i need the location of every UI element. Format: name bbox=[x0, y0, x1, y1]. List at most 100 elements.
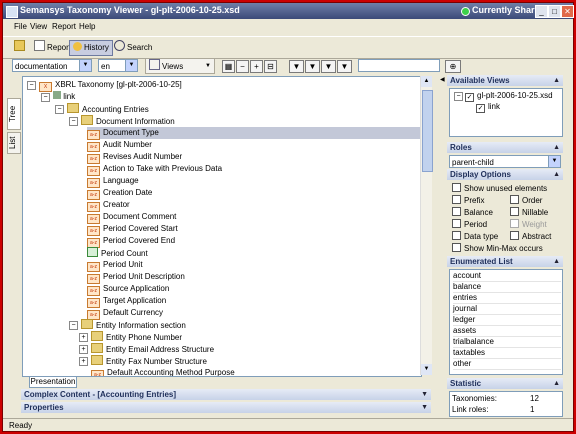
list-item[interactable]: assets bbox=[453, 326, 561, 337]
tab-presentation[interactable]: Presentation bbox=[29, 377, 77, 388]
search-button[interactable]: Search bbox=[111, 40, 155, 54]
filter-3-button[interactable]: ▼ bbox=[321, 60, 336, 73]
tree-item[interactable]: a-z Period Unit Description bbox=[87, 271, 185, 284]
tree-item[interactable]: a-z Period Covered End bbox=[87, 235, 175, 248]
list-item[interactable]: trialbalance bbox=[453, 337, 561, 348]
tree-item[interactable]: a-z Audit Number bbox=[87, 139, 152, 152]
show-minmax-checkbox[interactable]: Show Min-Max occurs bbox=[452, 243, 543, 253]
find-button[interactable]: ⊕ bbox=[445, 60, 461, 73]
language-select[interactable]: en ▼ bbox=[98, 59, 138, 72]
open-button[interactable] bbox=[11, 40, 30, 54]
tree-item[interactable]: + Entity Fax Number Structure bbox=[79, 355, 207, 367]
tree-item[interactable]: Period Count bbox=[87, 247, 148, 259]
expand-icon[interactable]: + bbox=[79, 333, 88, 342]
checkbox-checked-icon[interactable]: ✓ bbox=[465, 93, 474, 102]
collapse-icon[interactable]: − bbox=[454, 92, 463, 101]
collapse-icon[interactable]: − bbox=[27, 81, 36, 90]
tab-tree[interactable]: Tree bbox=[7, 98, 21, 130]
statistic-header[interactable]: Statistic ▲ bbox=[447, 378, 563, 389]
label-type-select[interactable]: documentation ▼ bbox=[12, 59, 92, 72]
tree-item[interactable]: a-z Period Unit bbox=[87, 259, 143, 272]
order-checkbox[interactable]: Order bbox=[510, 195, 542, 205]
list-item[interactable]: balance bbox=[453, 282, 561, 293]
available-views-header[interactable]: Available Views ▲ bbox=[447, 75, 563, 86]
tree-item[interactable]: a-z Target Application bbox=[87, 295, 166, 308]
close-button[interactable]: ✕ bbox=[561, 5, 574, 18]
list-item[interactable]: other bbox=[453, 359, 561, 370]
filter-2-button[interactable]: ▼ bbox=[305, 60, 320, 73]
main-toolbar: Report History Search bbox=[3, 36, 573, 59]
list-item[interactable]: entries bbox=[453, 293, 561, 304]
abstract-checkbox[interactable]: Abstract bbox=[510, 231, 551, 241]
maximize-button[interactable]: □ bbox=[548, 5, 561, 18]
properties-header[interactable]: Properties ▼ bbox=[21, 402, 431, 413]
nillable-checkbox[interactable]: Nillable bbox=[510, 207, 548, 217]
collapse-icon[interactable]: − bbox=[55, 105, 64, 114]
collapse-icon[interactable]: − bbox=[41, 93, 50, 102]
filter-4-button[interactable]: ▼ bbox=[337, 60, 352, 73]
checkbox-checked-icon[interactable]: ✓ bbox=[476, 104, 485, 113]
view-grid-button[interactable]: ▦ bbox=[222, 60, 235, 73]
tree-item[interactable]: a-z Creation Date bbox=[87, 187, 152, 200]
collapse-icon[interactable]: − bbox=[69, 117, 78, 126]
complex-content-header[interactable]: Complex Content - [Accounting Entries] ▼ bbox=[21, 389, 431, 400]
view-link-item[interactable]: ✓ link bbox=[476, 102, 500, 113]
menu-view[interactable]: View bbox=[30, 22, 47, 31]
tree-item[interactable]: a-z Default Currency bbox=[87, 307, 163, 320]
expand-icon[interactable]: + bbox=[79, 357, 88, 366]
list-item[interactable]: taxtables bbox=[453, 348, 561, 359]
data-type-checkbox[interactable]: Data type bbox=[452, 231, 498, 241]
list-item[interactable]: journal bbox=[453, 304, 561, 315]
filter-1-button[interactable]: ▼ bbox=[289, 60, 304, 73]
display-options-header[interactable]: Display Options ▲ bbox=[447, 169, 563, 180]
list-item[interactable]: ledger bbox=[453, 315, 561, 326]
tree-item[interactable]: a-z Period Covered Start bbox=[87, 223, 178, 236]
tree-scrollbar[interactable]: ▲ ▼ bbox=[420, 76, 433, 375]
scroll-down-icon[interactable]: ▼ bbox=[421, 364, 432, 375]
tab-list[interactable]: List bbox=[7, 132, 21, 154]
scroll-up-icon[interactable]: ▲ bbox=[421, 76, 432, 87]
expand-all-button[interactable]: + bbox=[250, 60, 263, 73]
tree-item[interactable]: a-z Action to Take with Previous Data bbox=[87, 163, 222, 176]
tree-search-input[interactable] bbox=[358, 59, 440, 72]
tree-item[interactable]: a-z Document Comment bbox=[87, 211, 176, 224]
tree-item[interactable]: a-z Language bbox=[87, 175, 139, 188]
menu-report[interactable]: Report bbox=[52, 22, 76, 31]
report-button[interactable]: Report bbox=[31, 40, 74, 54]
chevron-down-icon: ▼ bbox=[125, 60, 137, 71]
tree-entity-information[interactable]: − Entity Information section bbox=[69, 319, 186, 331]
balance-checkbox[interactable]: Balance bbox=[452, 207, 493, 217]
collapse-left-icon[interactable]: ◀ bbox=[440, 76, 445, 83]
tree-item[interactable]: a-z Creator bbox=[87, 199, 130, 212]
tree-link[interactable]: − link bbox=[41, 91, 75, 103]
enumerated-list-header[interactable]: Enumerated List ▲ bbox=[447, 256, 563, 267]
expand-node-button[interactable]: ⊟ bbox=[264, 60, 277, 73]
show-unused-checkbox[interactable]: Show unused elements bbox=[452, 183, 547, 193]
tree-item[interactable]: a-z Source Application bbox=[87, 283, 169, 296]
scroll-thumb[interactable] bbox=[422, 90, 433, 172]
chevron-down-icon: ▼ bbox=[205, 63, 211, 69]
expand-icon[interactable]: + bbox=[79, 345, 88, 354]
collapse-all-button[interactable]: − bbox=[236, 60, 249, 73]
tree-item[interactable]: + Entity Email Address Structure bbox=[79, 343, 214, 355]
panel-splitter[interactable]: ◀ bbox=[440, 76, 445, 416]
history-button[interactable]: History bbox=[69, 40, 113, 56]
minimize-button[interactable]: _ bbox=[535, 5, 548, 18]
tree-item[interactable]: a-z Document Type bbox=[87, 127, 421, 140]
menu-help[interactable]: Help bbox=[79, 22, 95, 31]
tree-accounting-entries[interactable]: − Accounting Entries bbox=[55, 103, 149, 115]
roles-header[interactable]: Roles ▲ bbox=[447, 142, 563, 153]
period-checkbox[interactable]: Period bbox=[452, 219, 487, 229]
list-item[interactable]: account bbox=[453, 271, 561, 282]
tree-item[interactable]: a-z Default Accounting Method Purpose bbox=[91, 367, 235, 376]
view-file-item[interactable]: − ✓ gl-plt-2006-10-25.xsd bbox=[454, 91, 553, 102]
tree-root[interactable]: − X XBRL Taxonomy [gl-plt-2006-10-25] bbox=[27, 79, 182, 92]
menu-file[interactable]: File bbox=[14, 22, 27, 31]
tree-item[interactable]: + Entity Phone Number bbox=[79, 331, 182, 343]
tree-document-information[interactable]: − Document Information bbox=[69, 115, 175, 127]
tree-item[interactable]: a-z Revises Audit Number bbox=[87, 151, 182, 164]
collapse-icon[interactable]: − bbox=[69, 321, 78, 330]
views-button[interactable]: Views ▼ bbox=[145, 58, 215, 74]
roles-select[interactable]: parent-child ▼ bbox=[449, 155, 561, 168]
prefix-checkbox[interactable]: Prefix bbox=[452, 195, 484, 205]
